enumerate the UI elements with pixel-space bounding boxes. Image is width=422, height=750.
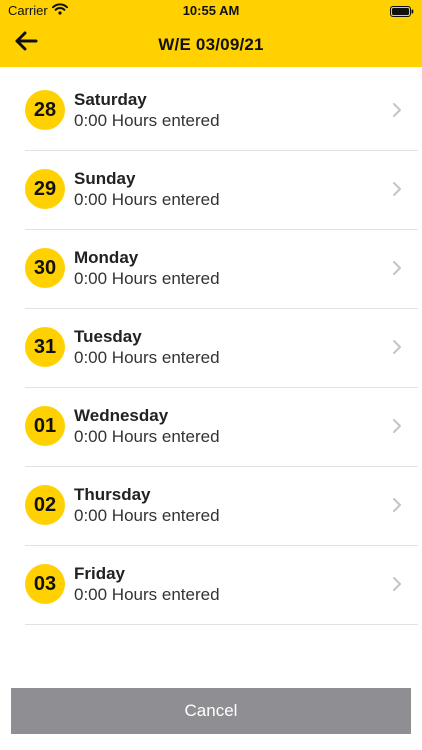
day-name: Wednesday bbox=[74, 406, 169, 425]
day-text: Monday 0:00 Hours entered bbox=[74, 248, 220, 290]
chevron-right-icon bbox=[392, 102, 402, 118]
day-row-wednesday[interactable]: 01 Wednesday 0:00 Hours entered bbox=[0, 388, 422, 467]
day-text: Thursday 0:00 Hours entered bbox=[74, 485, 220, 527]
status-bar: Carrier 10:55 AM bbox=[0, 0, 422, 22]
timesheet-week-screen: Carrier 10:55 AM W/E 03/09/21 28 Saturda… bbox=[0, 0, 422, 750]
chevron-right-icon bbox=[392, 260, 402, 276]
hours-entered: 0:00 Hours entered bbox=[74, 427, 220, 446]
day-row-friday[interactable]: 03 Friday 0:00 Hours entered bbox=[0, 546, 422, 625]
day-row-thursday[interactable]: 02 Thursday 0:00 Hours entered bbox=[0, 467, 422, 546]
day-row-sunday[interactable]: 29 Sunday 0:00 Hours entered bbox=[0, 151, 422, 230]
chevron-right-icon bbox=[392, 418, 402, 434]
day-text: Sunday 0:00 Hours entered bbox=[74, 169, 220, 211]
hours-entered: 0:00 Hours entered bbox=[74, 190, 220, 209]
battery-icon bbox=[390, 5, 414, 17]
hours-entered: 0:00 Hours entered bbox=[74, 111, 220, 130]
day-name: Sunday bbox=[74, 169, 136, 188]
day-number-badge: 03 bbox=[25, 564, 65, 604]
day-text: Saturday 0:00 Hours entered bbox=[74, 90, 220, 132]
day-name: Tuesday bbox=[74, 327, 142, 346]
day-text: Tuesday 0:00 Hours entered bbox=[74, 327, 220, 369]
status-time: 10:55 AM bbox=[182, 3, 240, 18]
day-text: Friday 0:00 Hours entered bbox=[74, 564, 220, 606]
chevron-right-icon bbox=[392, 339, 402, 355]
top-bar: Carrier 10:55 AM W/E 03/09/21 bbox=[0, 0, 422, 67]
chevron-right-icon bbox=[392, 576, 402, 592]
page-title: W/E 03/09/21 bbox=[158, 35, 264, 54]
day-name: Monday bbox=[74, 248, 139, 267]
day-row-tuesday[interactable]: 31 Tuesday 0:00 Hours entered bbox=[0, 309, 422, 388]
cancel-button[interactable]: Cancel bbox=[11, 688, 411, 734]
day-number-badge: 30 bbox=[25, 248, 65, 288]
day-text: Wednesday 0:00 Hours entered bbox=[74, 406, 220, 448]
day-name: Saturday bbox=[74, 90, 147, 109]
chevron-right-icon bbox=[392, 181, 402, 197]
hours-entered: 0:00 Hours entered bbox=[74, 269, 220, 288]
day-row-monday[interactable]: 30 Monday 0:00 Hours entered bbox=[0, 230, 422, 309]
day-name: Friday bbox=[74, 564, 126, 583]
day-number-badge: 31 bbox=[25, 327, 65, 367]
row-divider bbox=[25, 624, 418, 625]
hours-entered: 0:00 Hours entered bbox=[74, 348, 220, 367]
nav-bar: W/E 03/09/21 bbox=[0, 22, 422, 67]
day-number-badge: 02 bbox=[25, 485, 65, 525]
day-number-badge: 01 bbox=[25, 406, 65, 446]
day-number-badge: 29 bbox=[25, 169, 65, 209]
hours-entered: 0:00 Hours entered bbox=[74, 585, 220, 604]
day-list: 28 Saturday 0:00 Hours entered 29 Sunday… bbox=[0, 72, 422, 625]
day-row-saturday[interactable]: 28 Saturday 0:00 Hours entered bbox=[0, 72, 422, 151]
hours-entered: 0:00 Hours entered bbox=[74, 506, 220, 525]
day-name: Thursday bbox=[74, 485, 151, 504]
chevron-right-icon bbox=[392, 497, 402, 513]
day-number-badge: 28 bbox=[25, 90, 65, 130]
